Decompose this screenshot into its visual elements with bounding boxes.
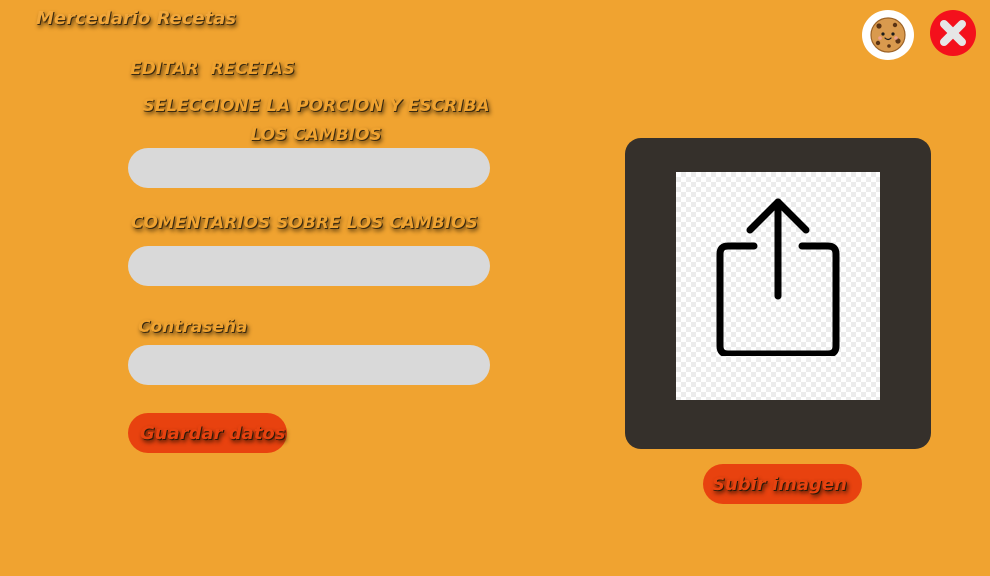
- comments-input[interactable]: [128, 246, 490, 286]
- portion-input[interactable]: [128, 148, 490, 188]
- portion-label: SELECCIONE LA PORCION Y ESCRIBA LOS CAMB…: [142, 96, 490, 145]
- share-upload-icon: [716, 198, 840, 356]
- cookie-avatar[interactable]: [862, 10, 914, 60]
- close-button[interactable]: [930, 10, 976, 56]
- close-icon: [940, 20, 966, 46]
- cookie-icon: [870, 17, 906, 53]
- upload-image-button[interactable]: Subir imagen: [703, 464, 862, 504]
- password-label: Contraseña: [138, 317, 248, 337]
- section-title: EDITAR RECETAS: [130, 59, 295, 79]
- password-input[interactable]: [128, 345, 490, 385]
- image-upload-panel[interactable]: [625, 138, 931, 449]
- comments-label: COMENTARIOS SOBRE LOS CAMBIOS: [131, 213, 478, 233]
- image-preview[interactable]: [676, 172, 880, 400]
- save-button[interactable]: Guardar datos: [128, 413, 287, 453]
- app-title: Mercedario Recetas: [36, 8, 237, 29]
